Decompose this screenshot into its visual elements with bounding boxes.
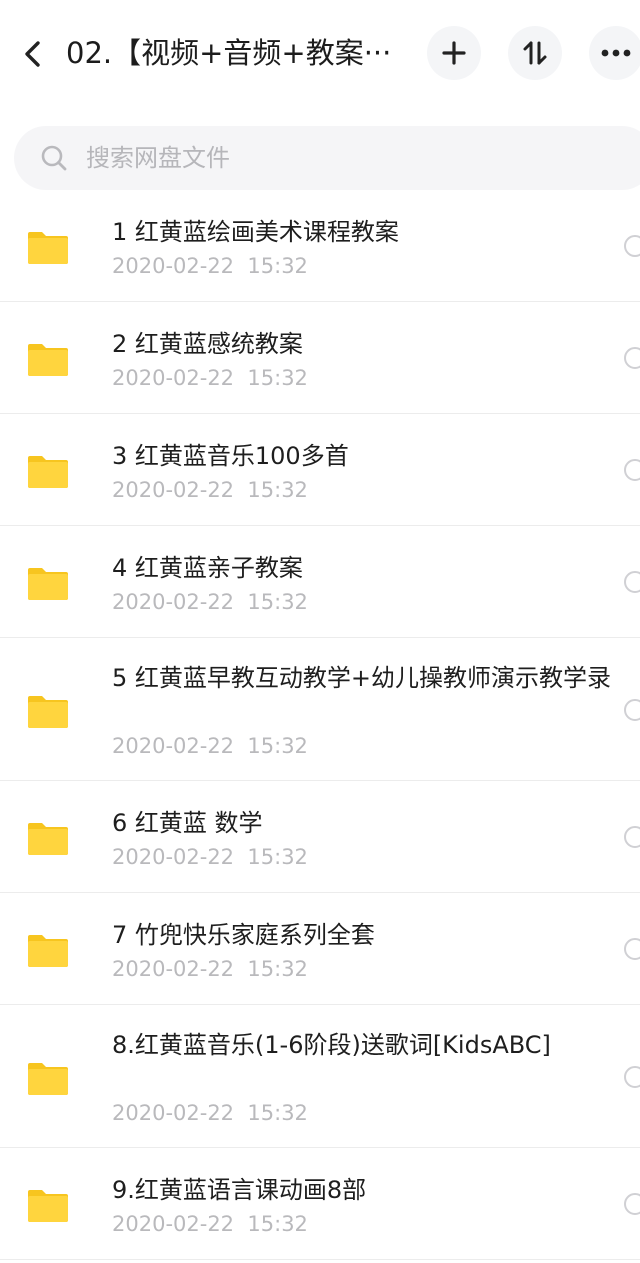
more-dots-icon <box>601 49 631 57</box>
file-name: 5 红黄蓝早教互动教学+幼儿操教师演示教学录 <box>112 664 612 692</box>
select-radio[interactable] <box>624 1193 640 1215</box>
select-radio[interactable] <box>624 459 640 481</box>
file-row[interactable]: 5 红黄蓝早教互动教学+幼儿操教师演示教学录 2020-02-22 15:32 <box>0 638 640 781</box>
back-button[interactable] <box>14 34 50 74</box>
folder-icon <box>28 344 68 376</box>
select-radio[interactable] <box>624 235 640 257</box>
search-bar[interactable] <box>14 126 640 190</box>
select-radio[interactable] <box>624 347 640 369</box>
more-button[interactable] <box>589 26 640 80</box>
chevron-left-icon <box>25 41 40 67</box>
folder-icon <box>28 696 68 728</box>
select-radio[interactable] <box>624 699 640 721</box>
sort-icon <box>523 41 547 65</box>
file-row[interactable]: 8.红黄蓝音乐(1-6阶段)送歌词[KidsABC] 2020-02-22 15:… <box>0 1005 640 1148</box>
select-radio[interactable] <box>624 571 640 593</box>
search-input[interactable] <box>86 138 486 178</box>
file-name: 8.红黄蓝音乐(1-6阶段)送歌词[KidsABC] <box>112 1031 551 1059</box>
sort-button[interactable] <box>508 26 562 80</box>
search-icon <box>38 142 70 174</box>
add-button[interactable] <box>427 26 481 80</box>
file-name: 1 红黄蓝绘画美术课程教案 <box>112 218 399 246</box>
select-radio[interactable] <box>624 938 640 960</box>
file-name: 7 竹兜快乐家庭系列全套 <box>112 921 375 949</box>
select-radio[interactable] <box>624 826 640 848</box>
file-row[interactable]: 1 红黄蓝绘画美术课程教案 2020-02-22 15:32 <box>0 190 640 302</box>
file-row[interactable]: 3 红黄蓝音乐100多首 2020-02-22 15:32 <box>0 414 640 526</box>
file-name: 6 红黄蓝 数学 <box>112 809 263 837</box>
folder-icon <box>28 456 68 488</box>
folder-icon <box>28 1190 68 1222</box>
folder-icon <box>28 935 68 967</box>
file-date: 2020-02-22 15:32 <box>112 957 308 981</box>
plus-icon <box>442 41 466 65</box>
page-title: 02.【视频+音频+教案··· <box>66 36 392 70</box>
file-date: 2020-02-22 15:32 <box>112 478 308 502</box>
file-date: 2020-02-22 15:32 <box>112 1212 308 1236</box>
file-date: 2020-02-22 15:32 <box>112 590 308 614</box>
file-row[interactable]: 4 红黄蓝亲子教案 2020-02-22 15:32 <box>0 526 640 638</box>
file-name: 9.红黄蓝语言课动画8部 <box>112 1176 367 1204</box>
folder-icon <box>28 568 68 600</box>
file-date: 2020-02-22 15:32 <box>112 254 308 278</box>
folder-icon <box>28 232 68 264</box>
file-row[interactable]: 2 红黄蓝感统教案 2020-02-22 15:32 <box>0 302 640 414</box>
folder-icon <box>28 823 68 855</box>
select-radio[interactable] <box>624 1066 640 1088</box>
file-row[interactable]: 9.红黄蓝语言课动画8部 2020-02-22 15:32 <box>0 1148 640 1260</box>
file-date: 2020-02-22 15:32 <box>112 845 308 869</box>
file-date: 2020-02-22 15:32 <box>112 734 308 758</box>
file-date: 2020-02-22 15:32 <box>112 1101 308 1125</box>
folder-icon <box>28 1063 68 1095</box>
header-bar: 02.【视频+音频+教案··· <box>0 0 640 106</box>
file-row[interactable]: 7 竹兜快乐家庭系列全套 2020-02-22 15:32 <box>0 893 640 1005</box>
file-name: 3 红黄蓝音乐100多首 <box>112 442 349 470</box>
file-date: 2020-02-22 15:32 <box>112 366 308 390</box>
file-name: 2 红黄蓝感统教案 <box>112 330 303 358</box>
file-list: 1 红黄蓝绘画美术课程教案 2020-02-22 15:32 2 红黄蓝感统教案 20… <box>0 190 640 1260</box>
file-row[interactable]: 6 红黄蓝 数学 2020-02-22 15:32 <box>0 781 640 893</box>
file-name: 4 红黄蓝亲子教案 <box>112 554 303 582</box>
